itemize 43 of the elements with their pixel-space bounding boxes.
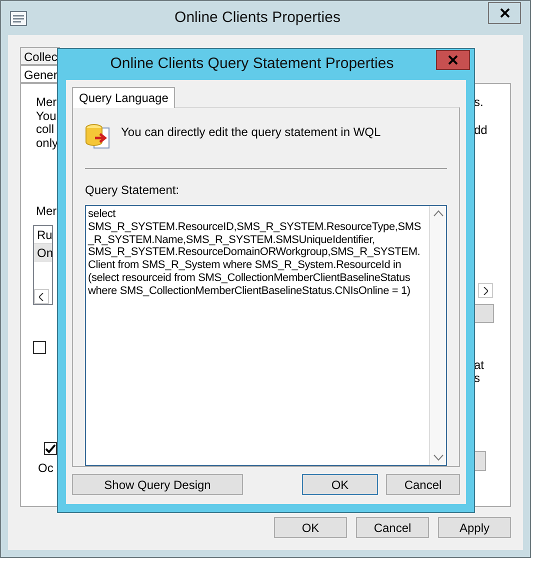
checkbox[interactable]: [33, 341, 46, 354]
membership-label: Mer: [36, 203, 57, 220]
button[interactable]: [474, 304, 494, 323]
query-text-line: where SMS_CollectionMemberClientBaselineStatus.CNIsOnline = 1): [88, 284, 412, 298]
checkmark-icon: [45, 443, 56, 454]
query-text-line: SMS_R_SYSTEM.ResourceDomainORWorkgroup,SMS_R_SYSTEM.: [88, 246, 422, 260]
ok-button[interactable]: OK: [302, 474, 378, 495]
description-text: You: [36, 110, 57, 123]
description-text: dd: [474, 124, 488, 137]
note-text: at: [474, 359, 484, 372]
tab[interactable]: Query Language: [72, 87, 176, 108]
close-icon: [500, 8, 510, 18]
list-row[interactable]: On: [34, 244, 52, 262]
scroll-right-button[interactable]: [478, 283, 493, 298]
tab[interactable]: Gener: [20, 65, 60, 83]
scrollbar[interactable]: [429, 206, 446, 465]
description-text: coll: [36, 123, 56, 136]
description-text: Mer: [36, 96, 57, 110]
checkbox[interactable]: [44, 442, 57, 455]
window-title: Online Clients Properties: [174, 8, 342, 28]
query-text-line: _R_SYSTEM.Name,SMS_R_SYSTEM.SMSUniqueIdentifier,: [88, 234, 376, 246]
dialog-title: Online Clients Query Statement Properties: [109, 54, 395, 74]
description-text: only: [36, 136, 57, 150]
ok-button[interactable]: OK: [274, 517, 347, 538]
button[interactable]: [474, 451, 486, 471]
query-text-line: (select resourceid from SMS_CollectionMemberClientBaselineStatus: [88, 272, 412, 285]
cancel-button[interactable]: Cancel: [386, 474, 460, 495]
show-query-design-button[interactable]: Show Query Design: [72, 474, 243, 495]
close-button[interactable]: [488, 2, 521, 24]
cancel-button[interactable]: Cancel: [356, 517, 429, 538]
query-text-line: SMS_R_SYSTEM.ResourceID,SMS_R_SYSTEM.ResourceType,SMS: [88, 220, 422, 234]
database-icon: [85, 122, 111, 150]
group-label: Oc: [38, 460, 54, 477]
info-text: You can directly edit the query statement in WQL: [121, 124, 381, 141]
close-icon: [448, 55, 458, 65]
scroll-left-button[interactable]: [34, 289, 49, 304]
window-icon: [10, 10, 27, 26]
tab[interactable]: Collec: [20, 47, 60, 65]
query-field[interactable]: [85, 205, 447, 466]
statement-label: Query Statement:: [85, 182, 180, 199]
apply-button[interactable]: Apply: [438, 517, 511, 538]
query-text-line: Client from SMS_R_System where SMS_R_System.ResourceId in: [88, 259, 402, 272]
query-text-line: select: [88, 208, 117, 221]
